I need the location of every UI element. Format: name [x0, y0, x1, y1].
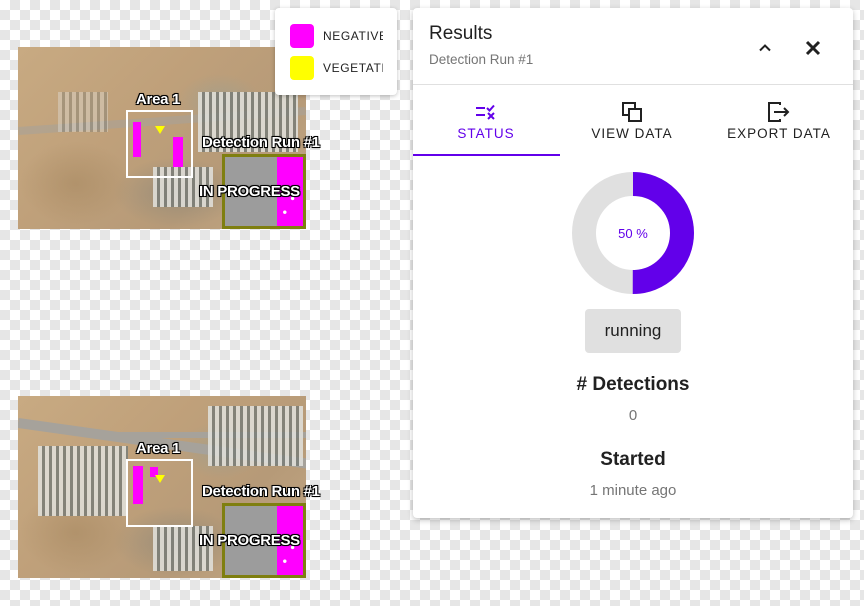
run-status-label: IN PROGRESS	[199, 532, 300, 549]
detection-run-label: Detection Run #1	[202, 134, 320, 151]
detection-run-label: Detection Run #1	[202, 483, 320, 500]
tab-export-data[interactable]: EXPORT DATA	[706, 86, 852, 156]
legend-item-vegetation: VEGETATI	[290, 56, 383, 80]
detections-heading: # Detections	[576, 374, 690, 395]
panel-title: Results	[429, 23, 493, 44]
panel-subtitle: Detection Run #1	[429, 52, 534, 67]
detections-value: 0	[628, 407, 638, 424]
map-neighborhood	[38, 446, 128, 516]
legend-swatch	[290, 56, 314, 80]
results-panel: Results Detection Run #1 STATUS VIEW DAT…	[413, 8, 853, 518]
negative-detection	[133, 466, 143, 504]
tab-label: STATUS	[457, 126, 515, 141]
active-tab-indicator	[413, 154, 560, 156]
legend-swatch	[290, 24, 314, 48]
close-button[interactable]	[801, 36, 825, 60]
map-neighborhood	[58, 92, 108, 132]
copy-icon	[622, 102, 642, 122]
vegetation-marker	[155, 475, 165, 483]
legend-label: VEGETATI	[323, 61, 383, 75]
header-divider	[413, 84, 853, 85]
tab-label: EXPORT DATA	[727, 126, 831, 141]
export-icon	[768, 102, 790, 122]
area-of-interest-box[interactable]	[126, 459, 193, 527]
checklist-icon	[476, 104, 495, 120]
area-label: Area 1	[136, 440, 181, 457]
close-icon	[805, 40, 821, 56]
tab-view-data[interactable]: VIEW DATA	[559, 86, 705, 156]
progress-percent: 50 %	[618, 225, 648, 241]
run-status-label: IN PROGRESS	[199, 183, 300, 200]
started-heading: Started	[600, 449, 666, 470]
negative-detection	[173, 137, 183, 167]
area-label: Area 1	[136, 91, 181, 108]
map-legend: NEGATIVE VEGETATI	[275, 8, 397, 95]
collapse-button[interactable]	[753, 36, 777, 60]
negative-detection	[133, 122, 141, 157]
tab-label: VIEW DATA	[591, 126, 673, 141]
area-of-interest-box[interactable]	[126, 110, 193, 178]
started-value: 1 minute ago	[589, 482, 677, 499]
tab-status[interactable]: STATUS	[413, 86, 559, 156]
legend-item-negative: NEGATIVE	[290, 24, 383, 48]
map-neighborhood	[208, 406, 303, 466]
legend-label: NEGATIVE	[323, 29, 383, 43]
status-chip: running	[585, 309, 681, 353]
chevron-up-icon	[759, 44, 771, 52]
vegetation-marker	[155, 126, 165, 134]
